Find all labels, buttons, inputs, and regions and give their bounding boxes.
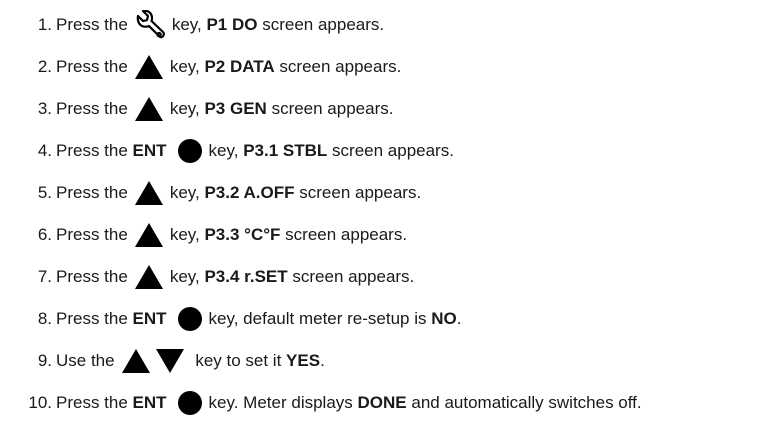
step-text: screen appears. — [271, 99, 394, 118]
step-number: 6. — [37, 225, 52, 244]
step-text: Press the — [56, 141, 128, 160]
step-text: Press the — [56, 183, 128, 202]
step-text: Press the — [56, 15, 128, 34]
up-triangle-icon — [121, 348, 151, 374]
step-text: key, — [169, 267, 200, 286]
step-text: . — [456, 309, 462, 328]
step-text: Press the — [56, 393, 128, 412]
key-label: ENT — [132, 141, 167, 160]
step-3: 3. Press the key, P3 GEN screen appears. — [0, 94, 393, 124]
step-text: Use the — [56, 351, 115, 370]
step-text: screen appears. — [279, 57, 402, 76]
step-text: key to set it — [195, 351, 282, 370]
screen-name: P3.4 r.SET — [204, 267, 288, 286]
step-number: 8. — [37, 309, 52, 328]
step-8: 8. Press the ENT key, default meter re-s… — [0, 304, 461, 334]
step-number: 10. — [28, 393, 52, 412]
step-text: Press the — [56, 309, 128, 328]
key-label: ENT — [132, 309, 167, 328]
step-text: key, — [208, 141, 239, 160]
step-1: 1. Press the key, P1 DO screen appears. — [0, 10, 384, 40]
step-text: Press the — [56, 99, 128, 118]
screen-name: P3 GEN — [204, 99, 267, 118]
step-9: 9. Use the key to set it YES . — [0, 346, 325, 376]
step-text: screen appears. — [292, 267, 415, 286]
step-number: 3. — [37, 99, 52, 118]
step-text: key, default meter re-setup is — [208, 309, 427, 328]
screen-name: P2 DATA — [204, 57, 275, 76]
circle-icon — [177, 138, 203, 164]
screen-name: P3.1 STBL — [243, 141, 328, 160]
up-triangle-icon — [134, 264, 164, 290]
step-2: 2. Press the key, P2 DATA screen appears… — [0, 52, 401, 82]
setting-value: DONE — [357, 393, 407, 412]
step-text: key, — [169, 183, 200, 202]
down-triangle-icon — [155, 348, 185, 374]
step-text: key, — [169, 99, 200, 118]
screen-name: P3.2 A.OFF — [204, 183, 295, 202]
circle-icon — [177, 390, 203, 416]
step-10: 10. Press the ENT key. Meter displays DO… — [0, 388, 642, 418]
step-text: key, — [169, 57, 200, 76]
step-number: 4. — [37, 141, 52, 160]
step-6: 6. Press the key, P3.3 °C°F screen appea… — [0, 220, 407, 250]
key-label: ENT — [132, 393, 167, 412]
step-text: screen appears. — [262, 15, 385, 34]
step-7: 7. Press the key, P3.4 r.SET screen appe… — [0, 262, 414, 292]
step-text: screen appears. — [299, 183, 422, 202]
step-text: key, — [171, 15, 202, 34]
circle-icon — [177, 306, 203, 332]
step-text: Press the — [56, 57, 128, 76]
step-text: screen appears. — [285, 225, 408, 244]
screen-name: P3.3 °C°F — [204, 225, 281, 244]
step-text: Press the — [56, 267, 128, 286]
step-number: 9. — [37, 351, 52, 370]
step-number: 5. — [37, 183, 52, 202]
step-text: screen appears. — [332, 141, 454, 160]
step-text: key. Meter displays — [208, 393, 353, 412]
step-text: Press the — [56, 225, 128, 244]
step-text: and automatically switches off. — [411, 393, 642, 412]
setting-value: NO — [431, 309, 457, 328]
step-number: 7. — [37, 267, 52, 286]
up-triangle-icon — [134, 96, 164, 122]
step-4: 4. Press the ENT key, P3.1 STBL screen a… — [0, 136, 454, 166]
up-triangle-icon — [134, 180, 164, 206]
step-number: 1. — [37, 15, 52, 34]
setting-value: YES — [286, 351, 321, 370]
screen-name: P1 DO — [206, 15, 258, 34]
up-triangle-icon — [134, 54, 164, 80]
step-text: . — [320, 351, 325, 370]
step-number: 2. — [37, 57, 52, 76]
step-5: 5. Press the key, P3.2 A.OFF screen appe… — [0, 178, 421, 208]
up-triangle-icon — [134, 222, 164, 248]
wrench-icon — [134, 10, 166, 40]
step-text: key, — [169, 225, 200, 244]
